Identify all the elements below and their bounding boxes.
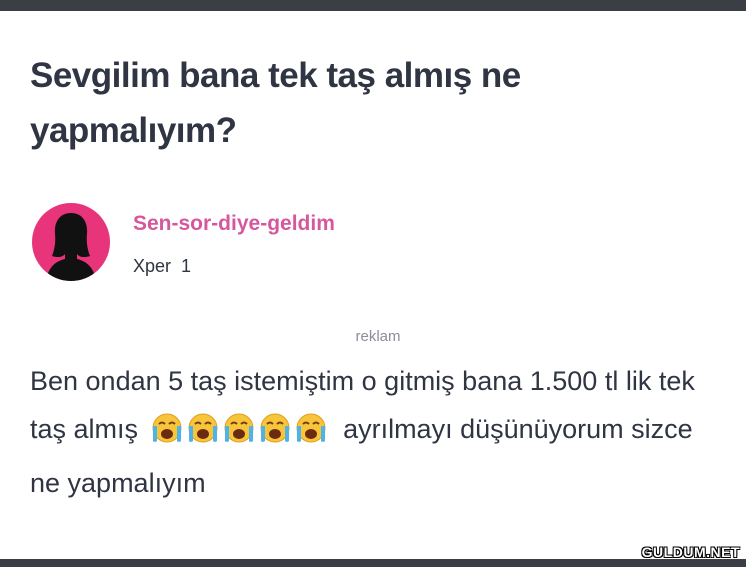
question-body: Ben ondan 5 taş istemiştim o gitmiş bana…	[30, 357, 730, 507]
female-silhouette-icon	[46, 213, 96, 281]
username-link[interactable]: Sen-sor-diye-geldim	[133, 212, 335, 236]
loudly-crying-face-icon	[150, 412, 184, 444]
loudly-crying-face-icon	[258, 412, 292, 444]
user-rank: Xper 1	[133, 256, 191, 277]
loudly-crying-face-icon	[186, 412, 220, 444]
bottom-bar	[0, 559, 746, 567]
loudly-crying-face-icon	[294, 412, 328, 444]
user-avatar[interactable]	[32, 203, 110, 281]
emoji-group	[150, 411, 330, 459]
user-level: 1	[181, 256, 192, 276]
question-title: Sevgilim bana tek taş almış ne yapmalıyı…	[30, 56, 521, 150]
ad-label: reklam	[355, 328, 401, 345]
loudly-crying-face-icon	[222, 412, 256, 444]
user-rank-label: Xper	[133, 256, 172, 276]
watermark: GULDUM.NET	[641, 544, 740, 560]
top-bar	[0, 0, 746, 11]
